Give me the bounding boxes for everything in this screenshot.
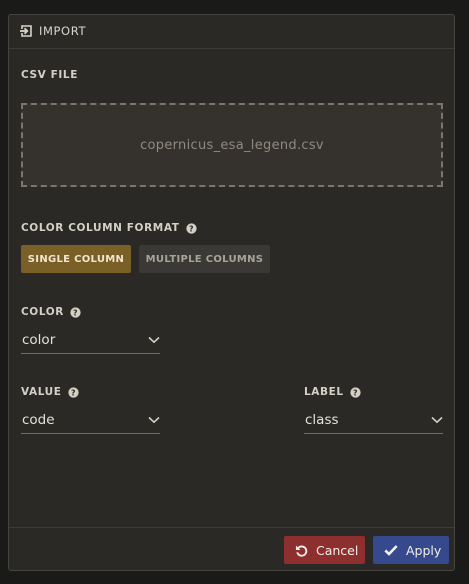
help-icon[interactable]: ?: [350, 386, 361, 398]
help-icon[interactable]: ?: [70, 306, 81, 318]
svg-text:?: ?: [71, 388, 76, 397]
apply-button[interactable]: Apply: [373, 536, 449, 564]
label-label-text: LABEL: [304, 386, 344, 398]
color-select-value: color: [22, 332, 56, 348]
value-label-text: VALUE: [21, 386, 62, 398]
label-select-value: class: [305, 412, 339, 428]
svg-text:?: ?: [188, 224, 193, 233]
check-icon: [384, 545, 398, 556]
multiple-columns-button[interactable]: MULTIPLE COLUMNS: [139, 245, 270, 273]
csv-file-label: CSV FILE: [21, 69, 78, 81]
svg-text:?: ?: [353, 388, 358, 397]
dialog-footer: Cancel Apply: [9, 527, 454, 570]
csv-file-label-text: CSV FILE: [21, 69, 78, 81]
value-select-value: code: [22, 412, 55, 428]
import-icon: [20, 25, 32, 37]
apply-label: Apply: [406, 542, 442, 558]
single-column-button[interactable]: SINGLE COLUMN: [21, 245, 131, 273]
dialog-header: IMPORT: [9, 15, 454, 49]
color-label: COLOR ?: [21, 306, 81, 318]
chevron-down-icon: [431, 416, 443, 424]
cancel-button[interactable]: Cancel: [284, 536, 365, 564]
color-format-label: COLOR COLUMN FORMAT ?: [21, 222, 197, 234]
label-select[interactable]: class: [304, 410, 443, 434]
cancel-label: Cancel: [316, 542, 359, 558]
color-format-label-text: COLOR COLUMN FORMAT: [21, 222, 180, 234]
dialog-title: IMPORT: [39, 24, 87, 38]
chevron-down-icon: [148, 416, 160, 424]
import-dialog: IMPORT CSV FILE copernicus_esa_legend.cs…: [8, 14, 455, 571]
chevron-down-icon: [148, 336, 160, 344]
label-label: LABEL ?: [304, 386, 361, 398]
undo-icon: [295, 544, 308, 557]
color-label-text: COLOR: [21, 306, 64, 318]
help-icon[interactable]: ?: [67, 386, 79, 398]
value-label: VALUE ?: [21, 386, 79, 398]
svg-text:?: ?: [73, 308, 78, 317]
help-icon[interactable]: ?: [185, 222, 197, 234]
csv-filename: copernicus_esa_legend.csv: [140, 137, 324, 153]
color-select[interactable]: color: [21, 330, 160, 354]
csv-dropzone[interactable]: copernicus_esa_legend.csv: [21, 103, 443, 187]
value-select[interactable]: code: [21, 410, 160, 434]
